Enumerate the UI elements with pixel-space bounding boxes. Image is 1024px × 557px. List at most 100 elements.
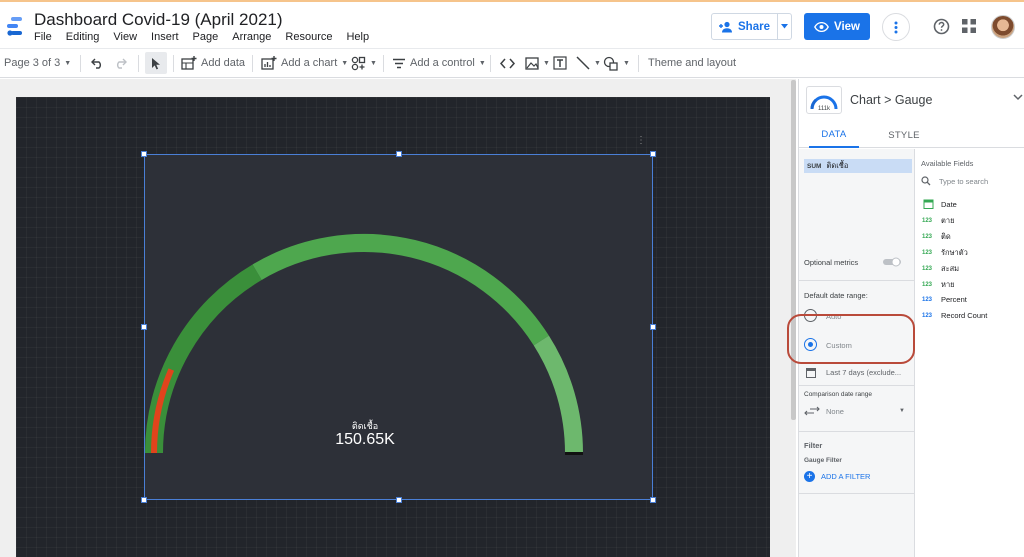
resize-handle-e[interactable] — [650, 324, 656, 330]
filter-lines-icon — [393, 58, 405, 68]
resize-handle-sw[interactable] — [141, 497, 147, 503]
gauge-value: 150.65K — [335, 431, 395, 448]
field-name: รักษาตัว — [941, 248, 968, 257]
field-item[interactable]: 123 ติด — [922, 231, 951, 243]
add-circle-icon: + — [804, 471, 815, 482]
view-button[interactable]: View — [804, 13, 870, 40]
gauge-band-light — [533, 335, 583, 454]
resize-handle-ne[interactable] — [650, 151, 656, 157]
shapes-icon — [603, 56, 618, 71]
shape-button[interactable]: ▼ — [603, 49, 630, 77]
select-tool-button[interactable] — [145, 52, 167, 74]
add-control-button[interactable]: Add a control ▼ — [392, 49, 486, 77]
undo-button[interactable] — [91, 49, 104, 77]
community-viz-icon — [351, 56, 366, 70]
field-search-placeholder: Type to search — [939, 176, 989, 186]
code-brackets-icon — [500, 58, 515, 68]
menu-resource[interactable]: Resource — [285, 31, 332, 43]
menu-view[interactable]: View — [113, 31, 137, 43]
field-item[interactable]: Date — [922, 199, 957, 209]
menu-page[interactable]: Page — [193, 31, 219, 43]
share-label: Share — [738, 20, 770, 33]
resize-handle-s[interactable] — [396, 497, 402, 503]
tab-style[interactable]: STYLE — [879, 122, 929, 148]
data-studio-logo-icon[interactable] — [6, 16, 24, 36]
more-options-button[interactable] — [882, 13, 910, 41]
community-viz-dropdown-icon: ▼ — [370, 59, 377, 67]
calendar-icon — [806, 368, 816, 378]
date-field-icon — [923, 199, 934, 209]
breadcrumb-chart-type[interactable]: Gauge — [895, 93, 933, 107]
tab-data[interactable]: DATA — [809, 122, 859, 148]
field-item[interactable]: 123 ตาย — [922, 215, 954, 227]
section-divider — [799, 385, 915, 386]
toolbar-divider — [80, 55, 81, 72]
field-name: ตาย — [941, 216, 955, 225]
field-item[interactable]: 123 หาย — [922, 279, 955, 291]
field-item[interactable]: 123 สะสม — [922, 263, 959, 275]
resize-handle-n[interactable] — [396, 151, 402, 157]
date-preset-select[interactable]: Last 7 days (exclude... — [826, 368, 901, 377]
toolbar-divider — [383, 55, 384, 72]
add-data-button[interactable]: Add data — [181, 49, 245, 77]
community-viz-button[interactable]: ▼ — [351, 49, 377, 77]
embed-url-button[interactable] — [500, 49, 515, 77]
add-filter-button[interactable]: + ADD A FILTER — [804, 471, 870, 482]
gauge-svg — [145, 234, 583, 455]
page-selector[interactable]: Page 3 of 3 ▼ — [4, 49, 71, 77]
chart-menu-icon[interactable]: ⋮ — [636, 136, 646, 146]
chevron-down-icon[interactable] — [1013, 93, 1023, 101]
resize-handle-w[interactable] — [141, 324, 147, 330]
number-field-icon: 123 — [922, 218, 933, 224]
resize-handle-nw[interactable] — [141, 151, 147, 157]
text-button[interactable] — [553, 49, 567, 77]
gauge-band-dark — [145, 264, 262, 454]
menu-file[interactable]: File — [34, 31, 52, 43]
calculated-field-icon: 123 — [922, 296, 933, 303]
field-item[interactable]: 123 รักษาตัว — [922, 247, 968, 259]
canvas-scrollbar[interactable] — [791, 80, 796, 420]
calculated-field-icon: 123 — [922, 312, 933, 319]
menu-editing[interactable]: Editing — [66, 31, 100, 43]
comparison-date-range-select[interactable]: None ▼ — [804, 403, 909, 419]
field-item[interactable]: 123 Record Count — [922, 311, 987, 320]
undo-icon — [91, 58, 101, 69]
metric-aggregation[interactable]: SUM — [807, 163, 821, 170]
section-divider — [799, 280, 915, 281]
toolbar-divider — [173, 55, 174, 72]
metric-chip[interactable]: SUM ติดเชื้อ — [804, 159, 912, 173]
gauge-thumbnail-icon[interactable]: 111k — [806, 86, 842, 114]
resize-handle-se[interactable] — [650, 497, 656, 503]
report-title[interactable]: Dashboard Covid-19 (April 2021) — [34, 10, 283, 30]
optional-metrics-toggle[interactable] — [882, 257, 902, 267]
user-avatar[interactable] — [991, 15, 1015, 39]
shape-dropdown-icon: ▼ — [623, 59, 630, 67]
field-name: Date — [941, 199, 957, 209]
line-button[interactable]: ▼ — [576, 49, 601, 77]
share-button[interactable]: Share — [711, 13, 792, 40]
comparison-date-range-label: Comparison date range — [804, 391, 872, 398]
field-item[interactable]: 123 Percent — [922, 295, 967, 304]
app-header: Dashboard Covid-19 (April 2021) File Edi… — [0, 2, 1024, 46]
field-name: Record Count — [941, 311, 988, 320]
add-chart-button[interactable]: Add a chart ▼ — [261, 49, 348, 77]
image-dropdown-icon: ▼ — [543, 59, 550, 67]
field-name: หาย — [941, 280, 955, 289]
menu-arrange[interactable]: Arrange — [232, 31, 271, 43]
gauge-chart[interactable]: ติดเชื้อ 150.65K — [144, 154, 653, 500]
line-icon — [576, 56, 590, 70]
image-button[interactable]: ▼ — [525, 49, 550, 77]
menu-insert[interactable]: Insert — [151, 31, 179, 43]
menu-help[interactable]: Help — [346, 31, 369, 43]
toolbar-divider — [490, 55, 491, 72]
share-dropdown-icon[interactable] — [777, 13, 791, 40]
breadcrumb-chart[interactable]: Chart — [850, 93, 881, 107]
add-control-dropdown-icon: ▼ — [478, 59, 486, 67]
field-search[interactable]: Type to search — [921, 176, 988, 186]
redo-button[interactable] — [114, 49, 127, 77]
theme-layout-button[interactable]: Theme and layout — [648, 49, 736, 77]
page-indicator: Page 3 of 3 — [4, 57, 61, 69]
help-icon[interactable] — [933, 18, 950, 35]
optional-metrics-label: Optional metrics — [804, 258, 859, 267]
apps-grid-icon[interactable] — [962, 19, 976, 33]
